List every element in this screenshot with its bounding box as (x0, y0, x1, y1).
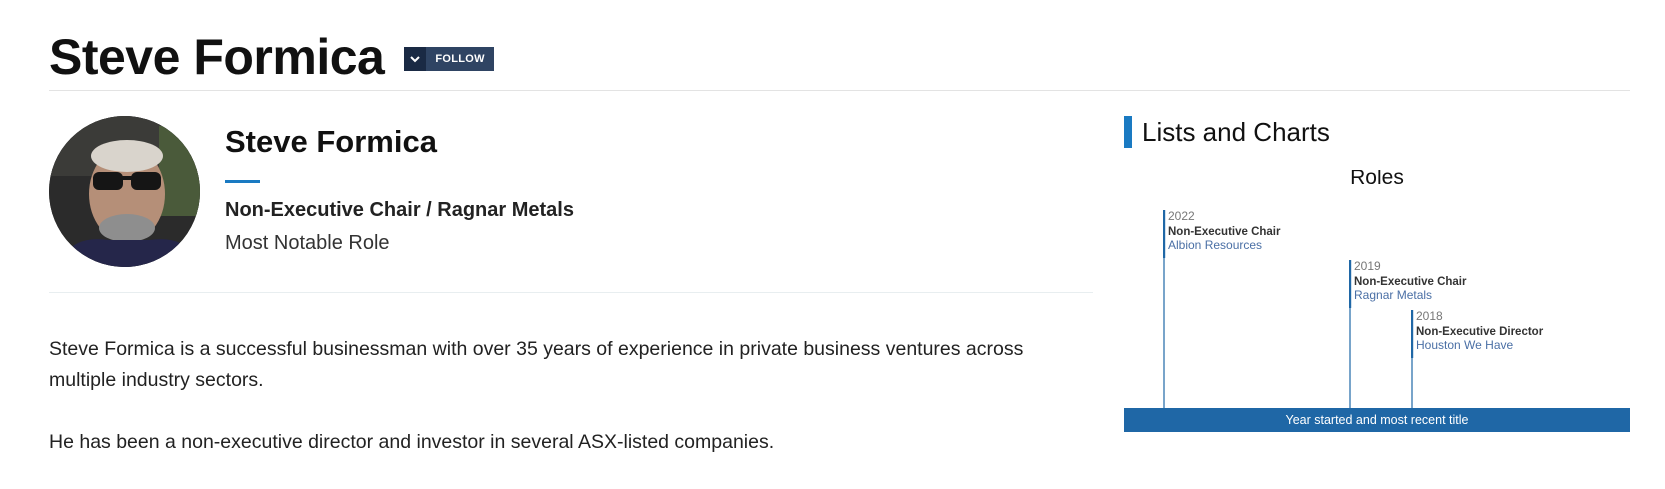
follow-label: FOLLOW (435, 53, 485, 65)
follow-button[interactable]: FOLLOW (404, 47, 494, 71)
timeline-marker-accent (1349, 260, 1352, 308)
role-title: Non-Executive Chair (1354, 276, 1467, 288)
lists-and-charts-heading: Lists and Charts (1124, 116, 1330, 148)
heading-accent-bar (1124, 116, 1132, 148)
timeline-marker-accent (1411, 310, 1414, 358)
profile-name: Steve Formica (225, 124, 437, 159)
lists-and-charts-title: Lists and Charts (1142, 116, 1330, 147)
chart-footer-label: Year started and most recent title (1286, 413, 1469, 427)
role-company: Houston We Have (1416, 338, 1513, 352)
role-year: 2018 (1416, 309, 1443, 323)
page-header: Steve Formica FOLLOW (49, 22, 494, 92)
bio-paragraph: He has been a non-executive director and… (49, 431, 775, 453)
header-divider (49, 90, 1630, 91)
timeline-marker-accent (1163, 210, 1166, 258)
bio-paragraph: Steve Formica is a successful businessma… (49, 338, 1024, 391)
profile-divider (49, 292, 1093, 293)
role-company: Albion Resources (1168, 238, 1262, 252)
role-year: 2019 (1354, 259, 1381, 273)
page-title: Steve Formica (49, 29, 385, 85)
roles-timeline-chart: Roles 2022 Non-Executive Chair Albion Resou… (1124, 170, 1630, 436)
name-accent-rule (225, 180, 260, 183)
chart-title: Roles (1350, 170, 1404, 189)
notable-role: Non-Executive Chair / Ragnar Metals (225, 199, 574, 221)
role-year: 2022 (1168, 209, 1195, 223)
avatar (49, 116, 200, 267)
role-title: Non-Executive Chair (1168, 226, 1281, 238)
chevron-down-icon (404, 47, 427, 71)
notable-role-caption: Most Notable Role (225, 232, 390, 254)
role-company: Ragnar Metals (1354, 288, 1432, 302)
biography: Steve Formica is a successful businessma… (49, 334, 1093, 489)
roles-timeline-svg: Roles2022Non-Executive ChairAlbion Resou… (1124, 170, 1630, 432)
role-title: Non-Executive Director (1416, 326, 1544, 338)
